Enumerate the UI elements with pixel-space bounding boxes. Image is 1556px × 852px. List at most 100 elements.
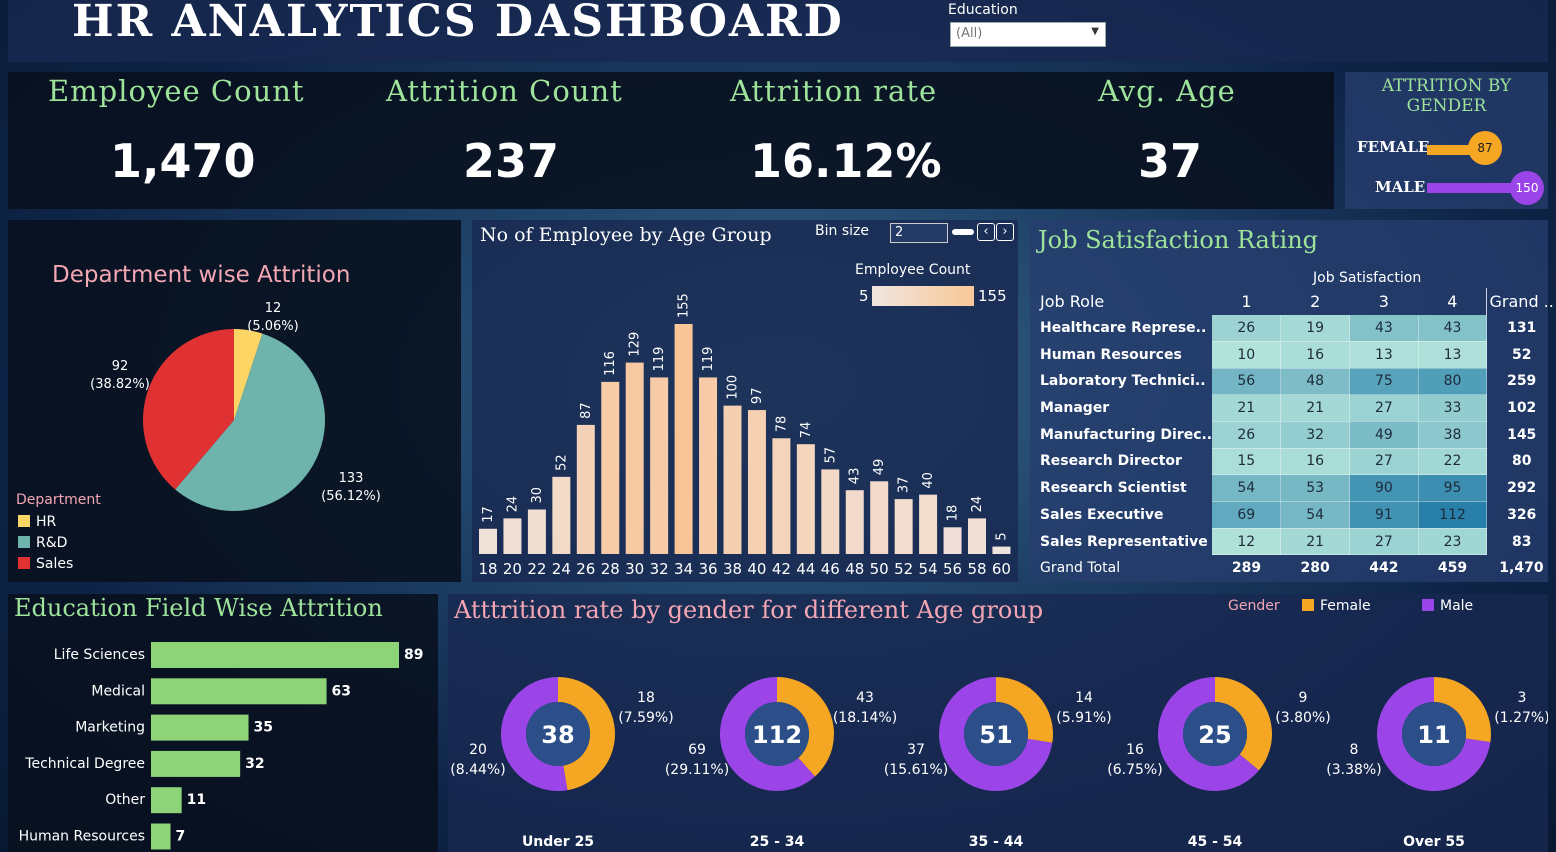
job-row-total: 83 bbox=[1511, 533, 1532, 550]
job-role-label: Research Scientist bbox=[1040, 480, 1187, 497]
department-pie-chart: 12 (5.06%) 133 (56.12%) 92 (38.82%) bbox=[90, 301, 381, 511]
age-gender-panel: Atttrition rate by gender for different … bbox=[448, 594, 1548, 852]
edu-bar-label-0: Life Sciences bbox=[54, 647, 145, 663]
job-row-total: 131 bbox=[1507, 320, 1537, 337]
histogram-bar-58 bbox=[968, 518, 986, 554]
job-role-label: Human Resources bbox=[1040, 346, 1182, 363]
job-role-label: Manufacturing Direc.. bbox=[1040, 426, 1213, 443]
job-cell: 13 bbox=[1418, 341, 1488, 369]
histogram-label-24: 52 bbox=[554, 454, 569, 471]
education-filter-dropdown[interactable]: (All) ▼ bbox=[950, 22, 1106, 47]
job-satisfaction-title: Job Satisfaction Rating bbox=[1038, 226, 1319, 254]
histogram-bar-24 bbox=[552, 476, 571, 554]
job-role-label: Manager bbox=[1040, 400, 1110, 417]
edu-bar-label-1: Medical bbox=[91, 683, 145, 699]
job-table-row: Healthcare Represe.. 26 19 43 43 131 bbox=[1034, 314, 1556, 342]
edu-bar-4 bbox=[151, 787, 182, 814]
donut-female-value-0: 18 bbox=[637, 690, 655, 706]
histogram-tick-18: 18 bbox=[478, 560, 497, 578]
histogram-tick-52: 52 bbox=[894, 560, 913, 578]
histogram-label-52: 37 bbox=[897, 477, 912, 494]
job-role-header: Job Role bbox=[1040, 291, 1105, 311]
histogram-bar-30 bbox=[625, 362, 644, 554]
histogram-bar-52 bbox=[894, 499, 913, 554]
job-table-row: Manager 21 21 27 33 102 bbox=[1034, 394, 1556, 422]
job-cell: 16 bbox=[1280, 341, 1351, 369]
donut-male-value-4: 8 bbox=[1350, 742, 1359, 758]
legend-swatch-sales bbox=[18, 557, 30, 569]
histogram-bar-18 bbox=[479, 528, 497, 554]
job-cell: 53 bbox=[1280, 474, 1351, 502]
histogram-tick-40: 40 bbox=[747, 560, 766, 578]
job-role-label: Research Director bbox=[1040, 453, 1182, 470]
histogram-bar-36 bbox=[699, 377, 718, 554]
legend-item-rd[interactable]: R&D bbox=[18, 535, 67, 551]
edu-bar-3 bbox=[151, 750, 241, 777]
donut-total-3: 25 bbox=[1198, 721, 1231, 749]
histogram-bar-40 bbox=[747, 410, 766, 554]
histogram-label-22: 30 bbox=[530, 487, 545, 504]
job-grand-total-cell: 442 bbox=[1369, 560, 1399, 577]
histogram-label-54: 40 bbox=[921, 472, 936, 489]
job-grand-total-cell: 459 bbox=[1437, 560, 1468, 577]
donut-female-value-2: 14 bbox=[1075, 690, 1093, 706]
histogram-bar-42 bbox=[772, 438, 791, 554]
legend-label-hr: HR bbox=[36, 514, 57, 530]
kpi-panel: Employee Count 1,470 Attrition Count 237… bbox=[8, 72, 1334, 209]
gender-female-label: FEMALE bbox=[1357, 138, 1430, 156]
job-cell: 43 bbox=[1418, 314, 1488, 342]
pie-label-pct-1: (56.12%) bbox=[321, 489, 381, 504]
job-cell: 43 bbox=[1349, 314, 1419, 342]
job-grand-total-label: Grand Total bbox=[1040, 560, 1121, 577]
legend-item-sales[interactable]: Sales bbox=[18, 556, 73, 572]
gender-female-bubble: 87 bbox=[1468, 131, 1502, 165]
gender-attrition-title-line1: ATTRITION BY bbox=[1381, 76, 1512, 96]
job-cell: 26 bbox=[1212, 421, 1282, 449]
job-row-total: 292 bbox=[1507, 480, 1537, 497]
edu-bar-2 bbox=[151, 714, 249, 741]
donut-male-pct-3: (6.75%) bbox=[1107, 762, 1162, 778]
job-satisfaction-column-group: Job Satisfaction bbox=[1313, 270, 1422, 286]
histogram-tick-56: 56 bbox=[943, 560, 962, 578]
histogram-tick-28: 28 bbox=[601, 560, 620, 578]
histogram-tick-46: 46 bbox=[821, 560, 840, 578]
legend-item-hr[interactable]: HR bbox=[18, 514, 56, 530]
job-cell: 112 bbox=[1418, 501, 1488, 529]
job-role-label: Sales Executive bbox=[1040, 506, 1164, 523]
histogram-tick-48: 48 bbox=[845, 560, 864, 578]
histogram-bar-48 bbox=[845, 490, 864, 554]
education-bar-chart: Life Sciences 89 Medical 63 Marketing 35 Techn… bbox=[19, 642, 423, 850]
donut-total-4: 11 bbox=[1417, 721, 1450, 749]
job-row-total: 102 bbox=[1507, 400, 1537, 417]
job-cell: 26 bbox=[1212, 314, 1282, 342]
age-histogram: 17 18 24 20 30 22 52 24 87 26 116 28 129 30 119 32 155 34… bbox=[478, 293, 1011, 578]
histogram-tick-38: 38 bbox=[723, 560, 742, 578]
job-table-row: Sales Executive 69 54 91 112 326 bbox=[1034, 501, 1556, 529]
department-attrition-panel: Department wise Attrition 12 (5.06%) 133 (5… bbox=[8, 220, 461, 582]
histogram-tick-34: 34 bbox=[674, 560, 693, 578]
gender-male-label: MALE bbox=[1375, 178, 1426, 196]
donut-group-label-1: 25 - 34 bbox=[750, 834, 805, 850]
donut-female-pct-4: (1.27%) bbox=[1494, 710, 1548, 726]
department-legend-title: Department bbox=[16, 492, 101, 508]
donut-female-pct-2: (5.91%) bbox=[1056, 710, 1111, 726]
donut-group-label-3: 45 - 54 bbox=[1188, 834, 1243, 850]
job-cell: 91 bbox=[1349, 501, 1419, 529]
histogram-label-60: 5 bbox=[994, 532, 1009, 540]
histogram-bar-54 bbox=[919, 494, 938, 554]
job-table-row: Laboratory Technici.. 56 48 75 80 259 bbox=[1034, 368, 1556, 396]
job-cell: 23 bbox=[1418, 528, 1488, 556]
age-gender-donuts: 3818(7.59%)20(8.44%)Under 2511243(18.14%… bbox=[450, 677, 1548, 850]
edu-bar-value-5: 7 bbox=[176, 829, 186, 845]
job-cell: 27 bbox=[1349, 448, 1419, 476]
kpi-attrition-count-value: 237 bbox=[463, 134, 560, 188]
edu-bar-label-4: Other bbox=[105, 792, 145, 808]
gender-female-value: 87 bbox=[1477, 141, 1493, 155]
job-cell: 48 bbox=[1280, 368, 1351, 396]
donut-group-label-2: 35 - 44 bbox=[969, 834, 1024, 850]
job-col-header-2: 2 bbox=[1310, 291, 1321, 311]
job-cell: 54 bbox=[1280, 501, 1351, 529]
pie-label-pct-2: (38.82%) bbox=[90, 377, 150, 392]
histogram-bar-44 bbox=[796, 444, 815, 554]
edu-bar-label-5: Human Resources bbox=[19, 829, 145, 845]
